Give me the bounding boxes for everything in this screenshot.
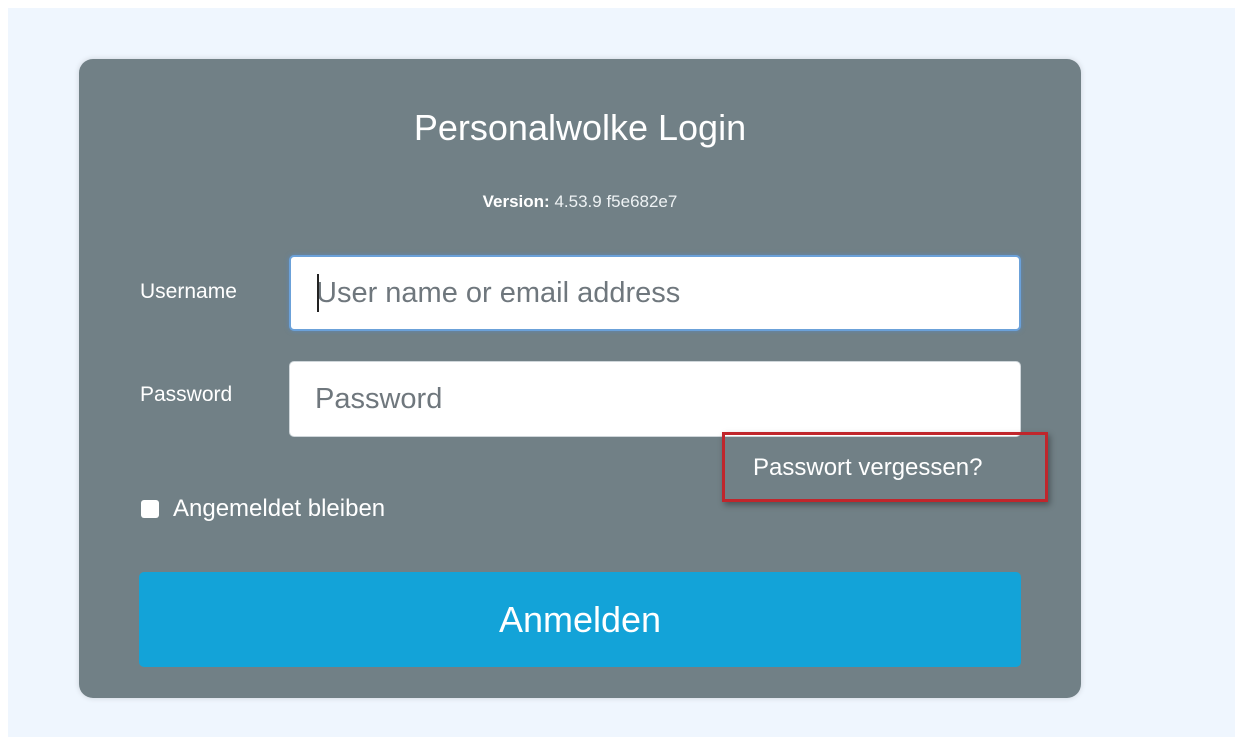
remember-me: Angemeldet bleiben	[141, 495, 385, 523]
login-button[interactable]: Anmelden	[139, 572, 1021, 667]
login-title: Personalwolke Login	[413, 107, 747, 148]
username-label: Username	[140, 280, 237, 303]
version-label: Version:	[482, 192, 550, 211]
password-label: Password	[140, 383, 233, 406]
version-info: Version: 4.53.9 f5e682e7	[0, 192, 1160, 212]
remember-me-label: Angemeldet bleiben	[173, 495, 386, 522]
password-input[interactable]	[289, 361, 1021, 437]
remember-me-checkbox[interactable]	[141, 500, 159, 518]
forgot-password-link[interactable]: Passwort vergessen?	[753, 454, 982, 482]
version-value: 4.53.9 f5e682e7	[554, 192, 678, 211]
text-caret	[317, 274, 319, 312]
username-input[interactable]	[289, 255, 1021, 331]
